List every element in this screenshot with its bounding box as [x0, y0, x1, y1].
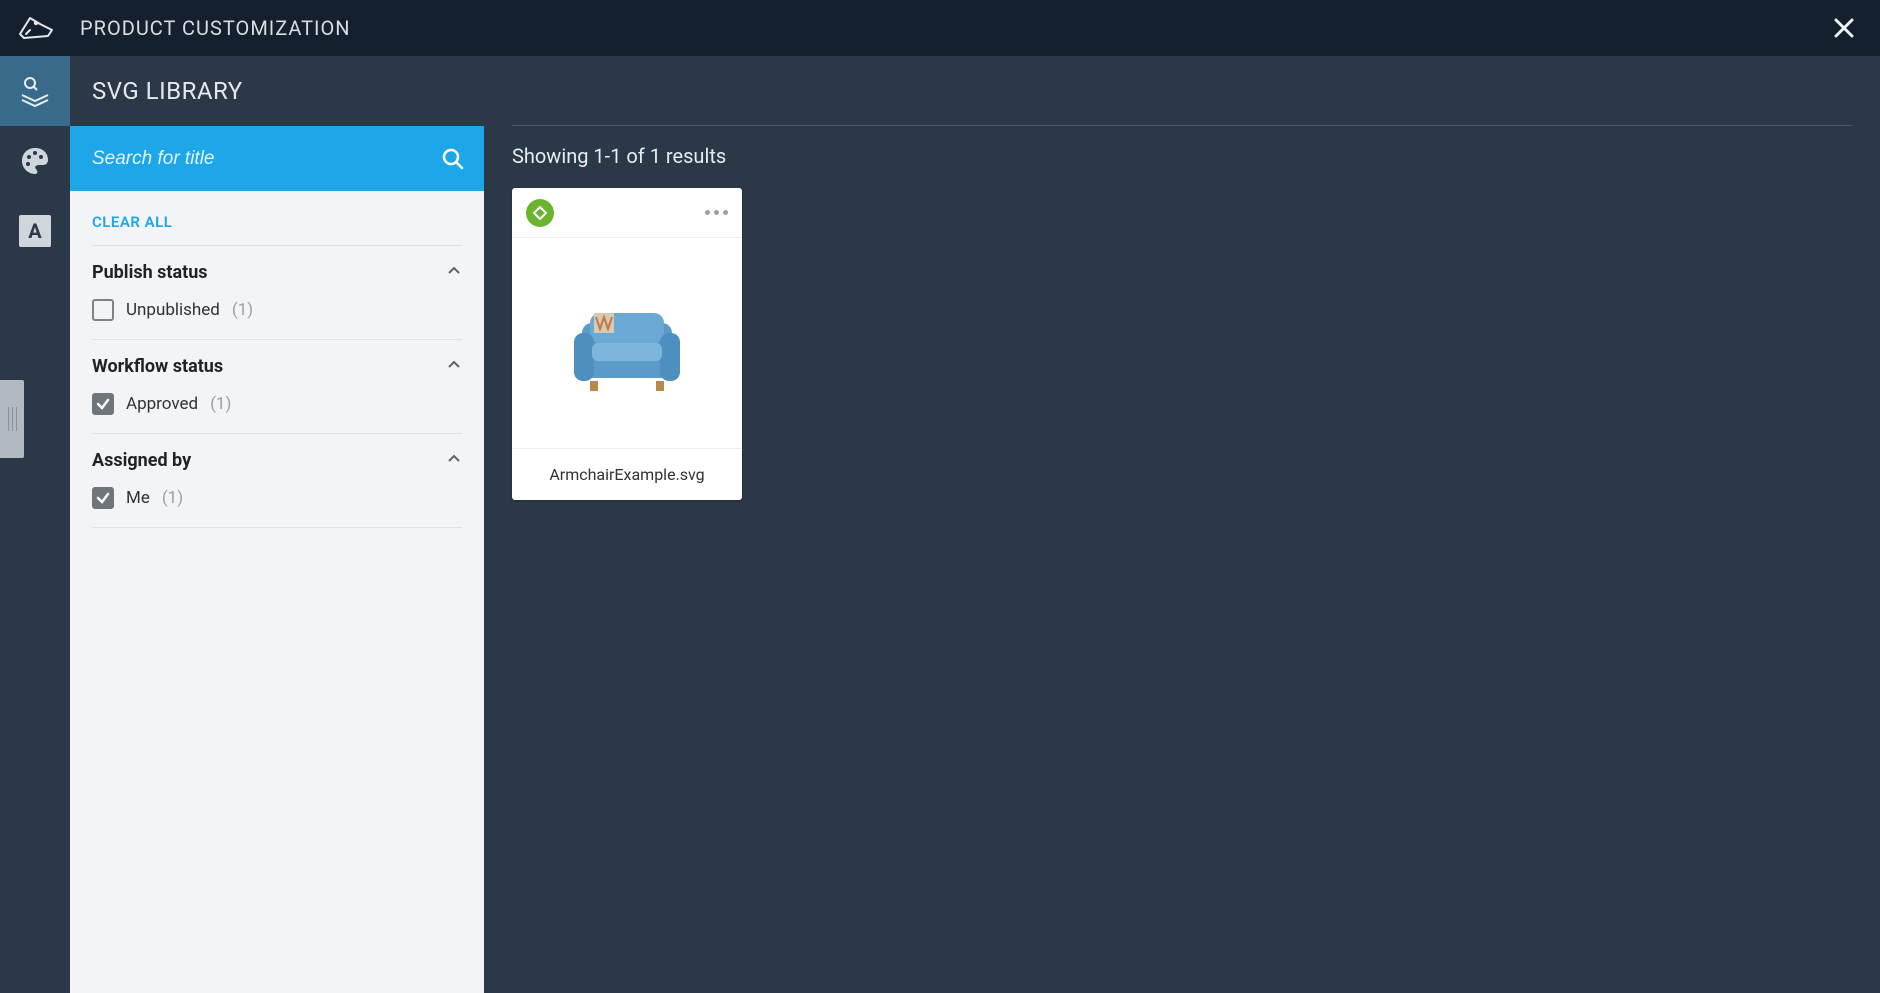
filter-option-me[interactable]: Me (1) [92, 483, 462, 513]
panel-drag-handle[interactable] [0, 380, 24, 458]
results-summary: Showing 1-1 of 1 results [512, 126, 1852, 188]
filter-title: Publish status [92, 262, 208, 283]
rail-palette[interactable] [0, 126, 70, 196]
app-logo-icon [16, 8, 56, 48]
close-button[interactable] [1828, 12, 1860, 44]
filter-group-assigned-by: Assigned by Me (1) [92, 433, 462, 528]
card-thumbnail [512, 238, 742, 448]
panel-title: SVG LIBRARY [70, 56, 484, 126]
filters-panel: SVG LIBRARY CLEAR ALL Publish status [70, 56, 484, 993]
text-icon: A [19, 215, 51, 247]
card-more-button[interactable] [705, 210, 728, 215]
filter-option-label: Approved [126, 394, 198, 414]
close-icon [1832, 16, 1856, 40]
filter-group-publish-status: Publish status Unpublished (1) [92, 245, 462, 339]
filter-group-workflow-status: Workflow status Approved (1) [92, 339, 462, 433]
search-bar [70, 126, 484, 191]
rail-svg-library[interactable] [0, 56, 70, 126]
checkbox[interactable] [92, 299, 114, 321]
filter-option-label: Me [126, 488, 150, 508]
filter-option-label: Unpublished [126, 300, 220, 320]
filter-option-approved[interactable]: Approved (1) [92, 389, 462, 419]
chevron-up-icon [446, 263, 462, 283]
dots-icon [705, 210, 710, 215]
filter-toggle-workflow-status[interactable]: Workflow status [92, 356, 462, 377]
chevron-up-icon [446, 357, 462, 377]
search-input[interactable] [92, 148, 440, 170]
search-icon[interactable] [440, 146, 466, 172]
app-title: PRODUCT CUSTOMIZATION [80, 16, 351, 40]
diamond-icon [533, 206, 547, 220]
filter-option-count: (1) [210, 394, 231, 414]
rail-text[interactable]: A [0, 196, 70, 266]
clear-all-button[interactable]: CLEAR ALL [92, 207, 462, 245]
filter-option-count: (1) [162, 488, 183, 508]
layers-search-icon [17, 73, 53, 109]
checkbox[interactable] [92, 487, 114, 509]
content-divider [512, 74, 1852, 126]
filter-title: Assigned by [92, 450, 191, 471]
card-filename: ArmchairExample.svg [512, 448, 742, 500]
filter-option-unpublished[interactable]: Unpublished (1) [92, 295, 462, 325]
filter-option-count: (1) [232, 300, 253, 320]
chevron-up-icon [446, 451, 462, 471]
cards-grid: ArmchairExample.svg [512, 188, 1852, 500]
icon-rail: A [0, 56, 70, 993]
filter-toggle-publish-status[interactable]: Publish status [92, 262, 462, 283]
content-area: Showing 1-1 of 1 results [484, 56, 1880, 993]
filter-toggle-assigned-by[interactable]: Assigned by [92, 450, 462, 471]
app-header: PRODUCT CUSTOMIZATION [0, 0, 1880, 56]
result-card[interactable]: ArmchairExample.svg [512, 188, 742, 500]
palette-icon [19, 145, 51, 177]
status-badge [526, 199, 554, 227]
checkbox[interactable] [92, 393, 114, 415]
filter-title: Workflow status [92, 356, 223, 377]
